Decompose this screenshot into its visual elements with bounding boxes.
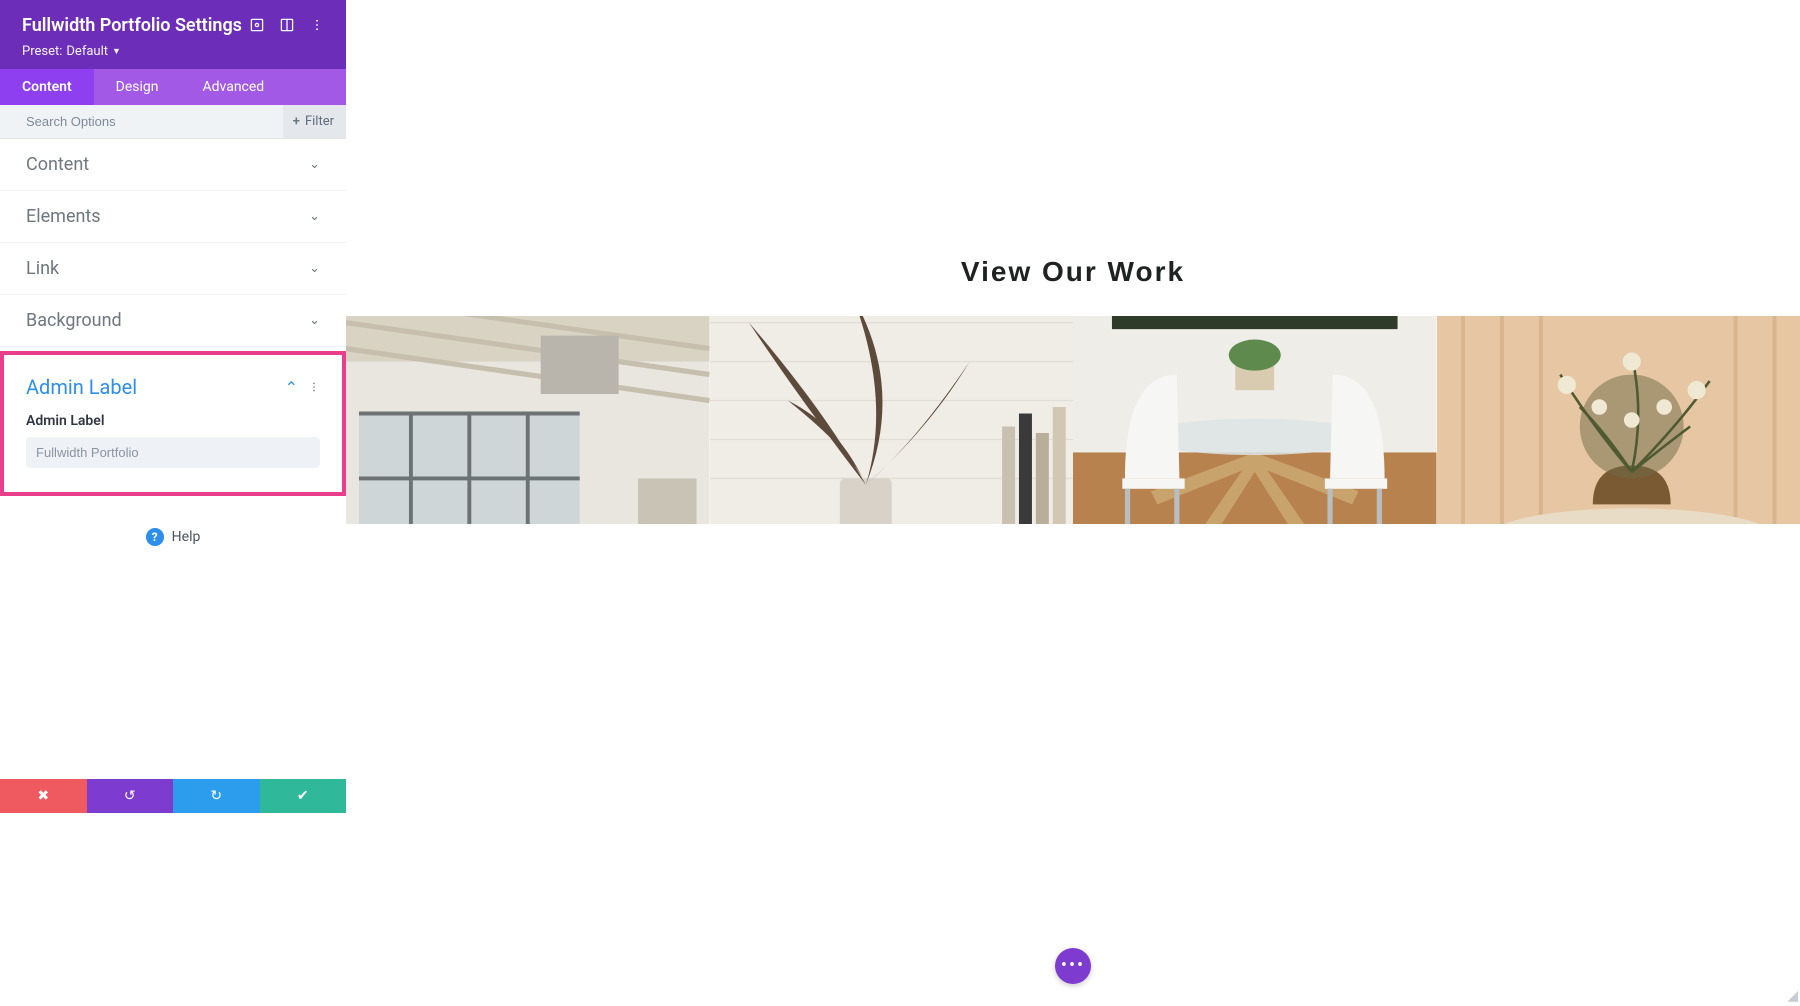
portfolio-gallery bbox=[346, 316, 1800, 524]
search-row: + Filter bbox=[0, 105, 346, 139]
admin-label-title: Admin Label bbox=[26, 375, 137, 399]
responsive-icon[interactable] bbox=[248, 16, 266, 34]
portfolio-item[interactable] bbox=[710, 316, 1074, 524]
preset-value: Default bbox=[66, 44, 108, 59]
undo-button[interactable]: ↺ bbox=[87, 779, 174, 813]
portfolio-item[interactable] bbox=[1437, 316, 1800, 524]
sections-list: Content ⌄ Elements ⌄ Link ⌄ Background ⌄… bbox=[0, 139, 346, 779]
section-label: Elements bbox=[26, 206, 101, 227]
close-icon: ✖ bbox=[37, 788, 49, 804]
section-content[interactable]: Content ⌄ bbox=[0, 139, 346, 191]
chevron-down-icon: ⌄ bbox=[309, 209, 320, 224]
more-vertical-icon[interactable] bbox=[308, 16, 326, 34]
section-elements[interactable]: Elements ⌄ bbox=[0, 191, 346, 243]
help-icon: ? bbox=[146, 528, 164, 546]
filter-label: Filter bbox=[305, 114, 334, 129]
settings-panel: Fullwidth Portfolio Settings Preset: Def… bbox=[0, 0, 346, 813]
undo-icon: ↺ bbox=[124, 788, 136, 804]
section-label: Link bbox=[26, 258, 59, 279]
plus-icon: + bbox=[293, 114, 300, 129]
panel-header: Fullwidth Portfolio Settings Preset: Def… bbox=[0, 0, 346, 69]
resize-handle-icon[interactable]: ◢ bbox=[1787, 988, 1798, 1004]
preset-prefix: Preset: bbox=[22, 44, 62, 59]
builder-fab-button[interactable]: ••• bbox=[1055, 948, 1091, 984]
admin-label-highlight: Admin Label ⌃ Admin Label bbox=[0, 351, 346, 496]
admin-label-field-label: Admin Label bbox=[26, 413, 320, 429]
panel-footer: ✖ ↺ ↻ ✔ bbox=[0, 779, 346, 813]
filter-button[interactable]: + Filter bbox=[283, 105, 346, 138]
chevron-down-icon: ⌄ bbox=[309, 157, 320, 172]
section-background[interactable]: Background ⌄ bbox=[0, 295, 346, 347]
tab-content[interactable]: Content bbox=[0, 69, 94, 105]
redo-icon: ↻ bbox=[210, 788, 222, 804]
page-title: View Our Work bbox=[346, 256, 1800, 288]
save-button[interactable]: ✔ bbox=[260, 779, 347, 813]
caret-down-icon: ▼ bbox=[112, 46, 121, 57]
help-button[interactable]: ? Help bbox=[0, 528, 346, 546]
section-label: Content bbox=[26, 154, 89, 175]
tab-advanced[interactable]: Advanced bbox=[181, 69, 287, 105]
columns-icon[interactable] bbox=[278, 16, 296, 34]
portfolio-item[interactable] bbox=[346, 316, 710, 524]
preset-selector[interactable]: Preset: Default ▼ bbox=[22, 44, 326, 59]
redo-button[interactable]: ↻ bbox=[173, 779, 260, 813]
search-input[interactable] bbox=[0, 105, 283, 138]
section-label: Background bbox=[26, 310, 122, 331]
section-admin-label[interactable]: Admin Label ⌃ bbox=[26, 375, 320, 399]
chevron-up-icon: ⌃ bbox=[285, 378, 298, 397]
tab-design[interactable]: Design bbox=[94, 69, 181, 105]
portfolio-item[interactable] bbox=[1073, 316, 1437, 524]
help-label: Help bbox=[172, 529, 201, 545]
close-button[interactable]: ✖ bbox=[0, 779, 87, 813]
admin-label-input[interactable] bbox=[26, 437, 320, 468]
more-vertical-icon[interactable] bbox=[308, 378, 320, 397]
section-link[interactable]: Link ⌄ bbox=[0, 243, 346, 295]
tabs: Content Design Advanced bbox=[0, 69, 346, 105]
chevron-down-icon: ⌄ bbox=[309, 313, 320, 328]
check-icon: ✔ bbox=[297, 788, 309, 804]
panel-title: Fullwidth Portfolio Settings bbox=[22, 15, 242, 36]
chevron-down-icon: ⌄ bbox=[309, 261, 320, 276]
preview-canvas: View Our Work bbox=[346, 0, 1800, 1006]
